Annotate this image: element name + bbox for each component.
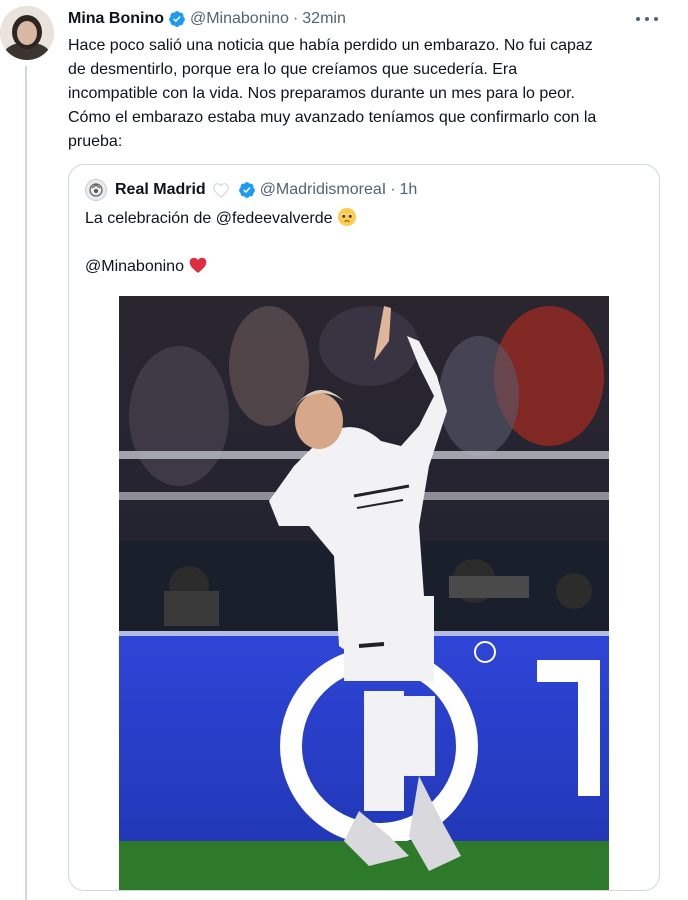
verified-badge-icon — [238, 182, 255, 198]
more-options-icon[interactable] — [636, 10, 658, 28]
real-madrid-crest-icon — [89, 183, 103, 197]
football-celebration-photo — [119, 296, 609, 890]
quoted-tweet-header: Real Madrid @MadridismoreaI · 1h — [85, 179, 417, 201]
quoted-author-handle[interactable]: @MadridismoreaI — [260, 181, 387, 199]
separator-dot: · — [292, 10, 299, 27]
separator-dot: · — [390, 181, 396, 198]
tweet-text: Hace poco salió una noticia que había pe… — [68, 34, 668, 154]
tweet-text-line: Hace poco salió una noticia que había pe… — [68, 37, 593, 54]
tweet-timestamp[interactable]: 32min — [302, 10, 346, 28]
avatar[interactable] — [0, 6, 54, 60]
quoted-media-photo[interactable] — [119, 296, 609, 890]
red-heart-icon — [189, 257, 207, 273]
author-name[interactable]: Mina Bonino — [68, 10, 164, 28]
quoted-text-mention-line: La celebración de @fedeevalverde — [85, 210, 333, 227]
tweet-header: Mina Bonino @Minabonino · 32min — [68, 8, 648, 30]
author-handle[interactable]: @Minabonino — [190, 10, 289, 28]
quoted-author-name[interactable]: Real Madrid — [115, 181, 206, 199]
tweet-text-line: incompatible con la vida. Nos preparamos… — [68, 85, 575, 102]
quoted-mention[interactable]: @Minabonino — [85, 258, 184, 275]
white-heart-icon — [212, 183, 229, 198]
thread-connector-line — [25, 66, 27, 900]
pleading-face-icon — [337, 208, 356, 226]
quoted-tweet[interactable]: Real Madrid @MadridismoreaI · 1h La cele… — [68, 164, 660, 891]
verified-badge-icon — [169, 11, 185, 27]
quoted-author-avatar — [85, 179, 107, 201]
tweet-text-line: prueba: — [68, 133, 123, 150]
tweet-text-line: de desmentirlo, porque era lo que creíam… — [68, 61, 518, 78]
tweet-text-line: Cómo el embarazo estaba muy avanzado ten… — [68, 109, 597, 126]
quoted-timestamp[interactable]: 1h — [400, 181, 418, 199]
quoted-tweet-text: La celebración de @fedeevalverde @Minabo… — [85, 207, 645, 279]
avatar-image — [0, 6, 54, 60]
quoted-text-line-2: @Minabonino — [85, 255, 645, 279]
quoted-text-line-1: La celebración de @fedeevalverde — [85, 207, 645, 231]
